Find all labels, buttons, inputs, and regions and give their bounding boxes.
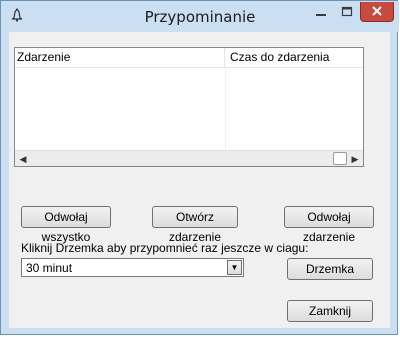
snooze-instruction-label: Kliknij Drzemka aby przypomnieć raz jesz…	[21, 241, 309, 255]
column-header-time-to-event[interactable]: Czas do zdarzenia	[225, 48, 363, 67]
reminder-window: Przypominanie Zdarzenie Czas do zdarzeni…	[0, 0, 399, 335]
scroll-left-arrow-icon[interactable]: ◀	[15, 151, 31, 166]
listview-header: Zdarzenie Czas do zdarzenia	[15, 48, 363, 68]
close-window-button[interactable]	[360, 2, 394, 22]
close-button[interactable]: Zamknij	[287, 300, 373, 322]
snooze-duration-select[interactable]: 30 minut ▼	[21, 258, 244, 277]
snooze-button[interactable]: Drzemka	[287, 258, 373, 280]
minimize-icon	[316, 14, 326, 16]
dismiss-event-button[interactable]: Odwołaj zdarzenie	[284, 206, 374, 244]
open-event-button[interactable]: Otwórz zdarzenie	[152, 206, 238, 244]
maximize-button[interactable]	[334, 2, 360, 22]
column-divider	[225, 67, 226, 151]
horizontal-scrollbar[interactable]: ◀ ▶	[15, 150, 363, 166]
snooze-duration-value: 30 minut	[26, 261, 73, 275]
minimize-button[interactable]	[308, 2, 334, 22]
scrollbar-thumb[interactable]	[333, 152, 347, 165]
title-bar[interactable]: Przypominanie	[1, 1, 399, 32]
close-icon	[372, 6, 382, 16]
dismiss-all-button[interactable]: Odwołaj wszystko	[21, 206, 111, 244]
scroll-right-arrow-icon[interactable]: ▶	[347, 151, 363, 166]
column-header-event[interactable]: Zdarzenie	[15, 48, 225, 67]
chevron-down-icon[interactable]: ▼	[227, 260, 242, 275]
maximize-icon	[341, 6, 353, 17]
events-listview[interactable]: Zdarzenie Czas do zdarzenia ◀ ▶	[14, 47, 364, 167]
